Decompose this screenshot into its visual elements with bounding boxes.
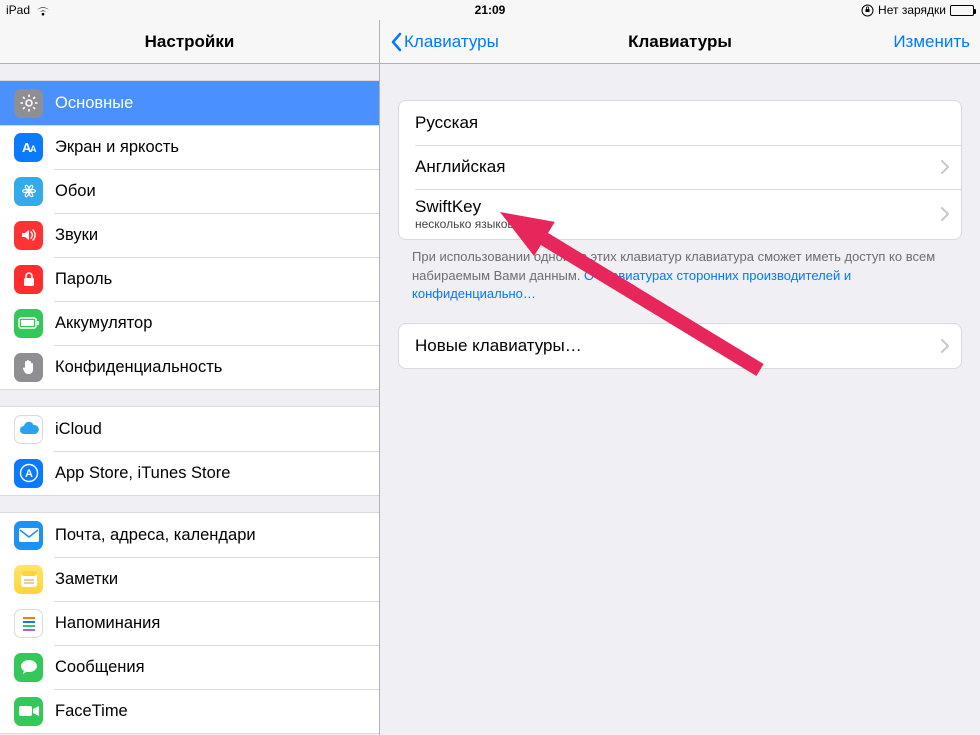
keyboard-label: SwiftKey	[415, 197, 514, 217]
keyboard-row[interactable]: SwiftKeyнесколько языков	[399, 189, 961, 239]
sidebar-item-icloud[interactable]: iCloud	[0, 407, 379, 451]
keyboard-label: Русская	[415, 113, 478, 133]
rotation-lock-icon	[861, 4, 874, 17]
sidebar-item-label: App Store, iTunes Store	[55, 464, 230, 483]
mail-icon	[14, 521, 43, 550]
sidebar-item-sounds[interactable]: Звуки	[0, 213, 379, 257]
status-right: Нет зарядки	[861, 3, 974, 17]
detail-title: Клавиатуры	[628, 32, 732, 52]
device-name: iPad	[6, 3, 30, 17]
detail-pane: Клавиатуры Клавиатуры Изменить Русская Ан…	[380, 20, 980, 735]
sidebar-item-label: Звуки	[55, 226, 98, 245]
sidebar-item-general[interactable]: Основные	[0, 81, 379, 125]
bubble-icon	[14, 653, 43, 682]
sidebar-item-label: iCloud	[55, 420, 102, 439]
chevron-right-icon	[941, 160, 949, 174]
sidebar-item-privacy[interactable]: Конфиденциальность	[0, 345, 379, 389]
status-left: iPad	[6, 3, 50, 17]
status-bar: iPad 21:09 Нет зарядки	[0, 0, 980, 20]
sidebar-item-reminders[interactable]: Напоминания	[0, 601, 379, 645]
svg-text:A: A	[25, 468, 33, 480]
sidebar-item-wallpaper[interactable]: Обои	[0, 169, 379, 213]
video-icon	[14, 697, 43, 726]
sidebar-item-notes[interactable]: Заметки	[0, 557, 379, 601]
sidebar-item-label: Сообщения	[55, 658, 145, 677]
sidebar-item-label: Заметки	[55, 570, 118, 589]
chevron-right-icon	[941, 339, 949, 353]
sidebar-item-label: Обои	[55, 182, 96, 201]
hand-icon	[14, 353, 43, 382]
sidebar-item-mail[interactable]: Почта, адреса, календари	[0, 513, 379, 557]
keyboard-row[interactable]: Русская	[399, 101, 961, 145]
battery-icon	[950, 5, 974, 16]
charging-text: Нет зарядки	[878, 3, 946, 17]
sidebar-item-label: Экран и яркость	[55, 138, 179, 157]
settings-sidebar: Настройки ОсновныеAAЭкран и яркостьОбоиЗ…	[0, 20, 380, 735]
add-keyboard-row[interactable]: Новые клавиатуры…	[399, 324, 961, 368]
keyboard-row[interactable]: Английская	[399, 145, 961, 189]
svg-text:A: A	[30, 144, 37, 154]
reminders-icon	[14, 609, 43, 638]
sidebar-item-battery[interactable]: Аккумулятор	[0, 301, 379, 345]
sidebar-item-label: Пароль	[55, 270, 112, 289]
edit-button[interactable]: Изменить	[893, 32, 970, 52]
detail-header: Клавиатуры Клавиатуры Изменить	[380, 20, 980, 64]
gear-icon	[14, 89, 43, 118]
chevron-right-icon	[941, 207, 949, 221]
sidebar-item-label: Основные	[55, 94, 133, 113]
wifi-icon	[36, 5, 50, 16]
keyboard-sublabel: несколько языков	[415, 217, 514, 231]
sidebar-title: Настройки	[0, 20, 379, 64]
sidebar-item-display[interactable]: AA Экран и яркость	[0, 125, 379, 169]
back-label: Клавиатуры	[404, 32, 499, 52]
keyboard-label: Английская	[415, 157, 505, 177]
add-keyboard-group: Новые клавиатуры…	[398, 323, 962, 369]
chevron-left-icon	[390, 32, 402, 52]
status-time: 21:09	[475, 3, 506, 17]
keyboards-list: Русская Английская SwiftKeyнесколько языко…	[398, 100, 962, 240]
speaker-icon	[14, 221, 43, 250]
keyboards-footer: При использовании одной из этих клавиату…	[398, 240, 962, 303]
notes-icon	[14, 565, 43, 594]
sidebar-item-label: Почта, адреса, календари	[55, 526, 256, 545]
sidebar-item-label: FaceTime	[55, 702, 128, 721]
cloud-icon	[14, 415, 43, 444]
store-a-icon: A	[14, 459, 43, 488]
back-button[interactable]: Клавиатуры	[390, 32, 499, 52]
battery-icon	[14, 309, 43, 338]
lock-icon	[14, 265, 43, 294]
flower-icon	[14, 177, 43, 206]
sidebar-item-facetime[interactable]: FaceTime	[0, 689, 379, 733]
sidebar-item-label: Напоминания	[55, 614, 160, 633]
add-keyboard-label: Новые клавиатуры…	[415, 336, 582, 356]
sidebar-item-label: Аккумулятор	[55, 314, 152, 333]
text-aa-icon: AA	[14, 133, 43, 162]
sidebar-item-passcode[interactable]: Пароль	[0, 257, 379, 301]
sidebar-item-messages[interactable]: Сообщения	[0, 645, 379, 689]
sidebar-item-appstore[interactable]: A App Store, iTunes Store	[0, 451, 379, 495]
sidebar-item-label: Конфиденциальность	[55, 358, 222, 377]
